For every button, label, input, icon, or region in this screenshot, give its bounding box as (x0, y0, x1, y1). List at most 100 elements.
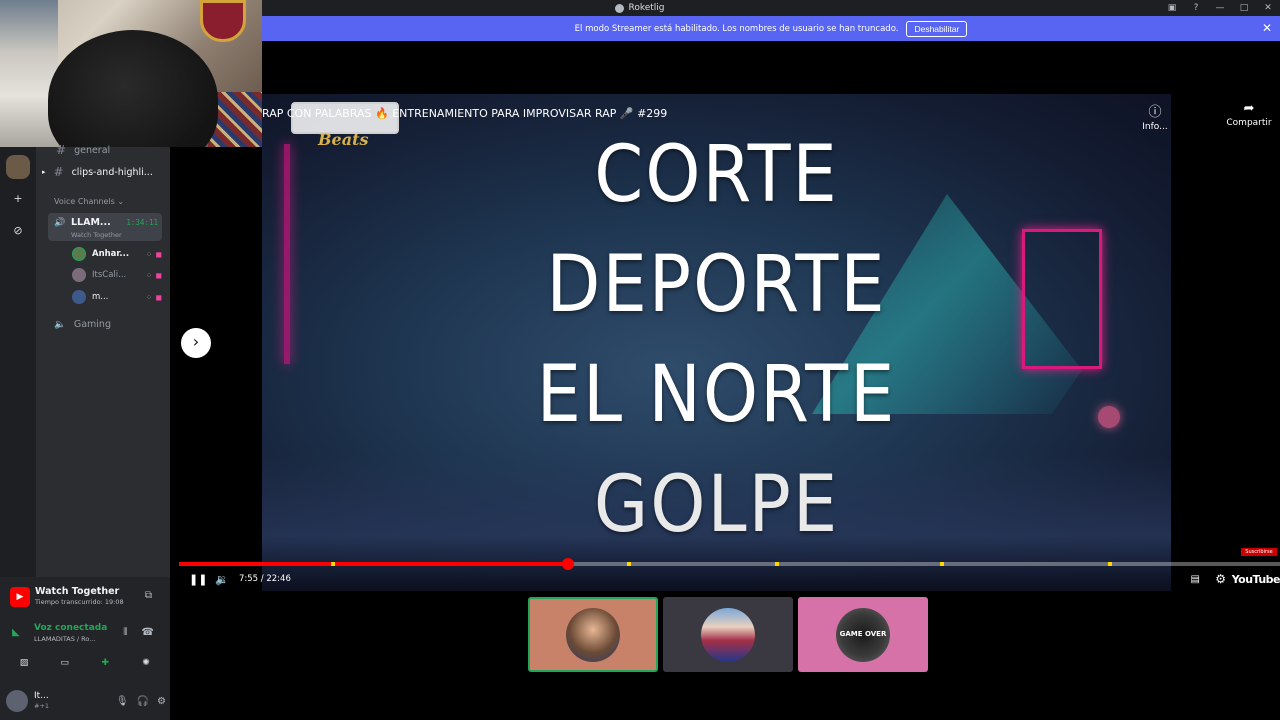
progress-played (179, 562, 568, 566)
settings-icon[interactable]: ⚙ (157, 696, 166, 707)
screen-share-icon[interactable]: ▭ (51, 655, 79, 671)
game-icon: ◼ (155, 270, 162, 280)
signal-icon: ◣ (12, 627, 20, 638)
channel-list: # general ▸ # clips-and-highli... Voice … (36, 143, 170, 577)
maximize-button[interactable]: □ (1232, 3, 1256, 13)
chapter-marker (627, 562, 631, 566)
chapter-marker (1108, 562, 1112, 566)
user-name: It... (34, 691, 49, 702)
camera-off-icon[interactable]: ▨ (10, 655, 38, 671)
gaming-label: Gaming (73, 319, 111, 330)
youtube-logo[interactable]: YouTube (1232, 573, 1280, 586)
participant-badge: GAME OVER (839, 630, 887, 638)
info-label: Info... (1142, 122, 1168, 132)
voice-header-label: Voice Channels (54, 197, 115, 206)
share-icon: ➦ (1243, 101, 1255, 116)
soundboard-icon[interactable]: ✺ (132, 655, 160, 671)
chapter-marker (775, 562, 779, 566)
streamer-mode-banner: El modo Streamer está habilitado. Los no… (262, 16, 1280, 41)
discover-icon[interactable]: ⊘ (10, 223, 26, 239)
video-time: 7:55 / 22:46 (239, 574, 291, 584)
inbox-icon[interactable]: ▣ (1160, 3, 1184, 13)
disconnect-icon[interactable]: ☎ (142, 627, 154, 638)
server-icon[interactable] (6, 155, 30, 179)
window-title: Roketlig (615, 3, 665, 13)
banner-close-icon[interactable]: ✕ (1262, 21, 1272, 35)
user-panel: ▶ Watch Together Tiempo transcurrido: 19… (0, 577, 170, 720)
voice-channels-header[interactable]: Voice Channels ⌄ (54, 197, 124, 206)
voice-member[interactable]: ItsCali... ⁘ ◼ (72, 266, 162, 284)
minimize-button[interactable]: — (1208, 3, 1232, 13)
speaker-icon: 🔈 (54, 319, 66, 330)
close-button[interactable]: ✕ (1256, 3, 1280, 13)
video-player[interactable]: Beats RAP CON PALABRAS 🔥 ENTRENAMIENTO P… (262, 94, 1171, 591)
voice-channel-activity: Watch Together (71, 231, 122, 239)
rap-word: DEPORTE (546, 240, 887, 330)
microphone-icon[interactable]: 🎙 (116, 696, 129, 707)
activity-icon: ⁘ (145, 270, 153, 280)
activity-icon: ⁘ (145, 249, 153, 259)
avatar (72, 290, 86, 304)
help-icon[interactable]: ? (1184, 3, 1208, 13)
disable-streamer-button[interactable]: Deshabilitar (906, 20, 968, 37)
video-progress-bar[interactable] (179, 558, 1280, 570)
rap-word: GOLPE (593, 460, 840, 550)
next-arrow-button[interactable]: › (181, 328, 211, 358)
webcam-overlay (0, 0, 262, 147)
game-icon: ◼ (155, 249, 162, 259)
pause-icon[interactable]: ❚❚ (189, 573, 207, 586)
voice-controls: ⦀ ☎ (123, 627, 154, 638)
voice-member[interactable]: Anhar... ⁘ ◼ (72, 245, 162, 263)
subscribe-badge[interactable]: Suscribirse (1241, 548, 1277, 556)
avatar (72, 247, 86, 261)
info-icon: ⓘ (1148, 105, 1162, 120)
participant-tile[interactable] (528, 597, 658, 672)
video-title[interactable]: RAP CON PALABRAS 🔥 ENTRENAMIENTO PARA IM… (262, 107, 667, 120)
voice-action-buttons: ▨ ▭ ✚ ✺ (10, 655, 160, 671)
member-name: Anhar... (92, 249, 130, 259)
user-bar: It... #+1 🎙 🎧 ⚙ (6, 687, 166, 715)
server-rail: + ⊘ (0, 147, 36, 587)
member-activity-icons: ⁘ ◼ (146, 271, 162, 280)
participant-tile[interactable] (663, 597, 793, 672)
participant-tile[interactable]: GAME OVER (798, 597, 928, 672)
voice-channel-gaming[interactable]: 🔈 Gaming (54, 319, 111, 330)
game-icon: ◼ (155, 292, 162, 302)
share-button[interactable]: ➦ Compartir (1218, 101, 1280, 128)
webcam-crest (200, 0, 246, 42)
window-title-text: Roketlig (628, 3, 665, 13)
voice-member[interactable]: m... ⁘ ◼ (72, 288, 162, 306)
add-server-icon[interactable]: + (10, 191, 26, 207)
hash-icon: # (53, 165, 64, 179)
video-controls: ❚❚ 🔉 7:55 / 22:46 ▤ ⚙ YouTube (179, 568, 1280, 590)
user-status: #+1 (34, 701, 50, 710)
avatar[interactable] (6, 690, 28, 712)
voice-channel-timer: 1:34:11 (126, 218, 158, 227)
activities-icon[interactable]: ✚ (91, 655, 119, 671)
share-label: Compartir (1226, 118, 1272, 128)
volume-icon[interactable]: 🔉 (215, 573, 229, 586)
activity-icon: ⁘ (145, 292, 153, 302)
chapter-marker (331, 562, 335, 566)
rap-word: CORTE (594, 130, 839, 220)
noise-suppression-icon[interactable]: ⦀ (123, 627, 127, 638)
participant-avatar (566, 607, 620, 662)
voice-connected-status[interactable]: Voz conectada (34, 623, 107, 633)
voice-channel-active[interactable]: 🔊 LLAM... 1:34:11 Watch Together (48, 213, 162, 241)
channel-clips[interactable]: ▸ # clips-and-highli... (42, 165, 153, 179)
voice-channel-name: LLAM... (71, 217, 111, 228)
activity-title[interactable]: Watch Together (35, 586, 119, 597)
chapter-marker (940, 562, 944, 566)
participant-avatar (701, 607, 755, 662)
settings-gear-icon[interactable]: ⚙ (1215, 572, 1226, 586)
headphones-icon[interactable]: 🎧 (137, 696, 149, 707)
subtitles-icon[interactable]: ▤ (1191, 574, 1200, 585)
popout-icon[interactable]: ⧉ (145, 590, 152, 601)
activity-elapsed: Tiempo transcurrido: 19:08 (35, 598, 124, 606)
window-controls: ▣ ? — □ ✕ (1160, 0, 1280, 16)
member-name: m... (92, 292, 109, 302)
voice-connected-channel[interactable]: LLAMADITAS / Ro... (34, 635, 95, 643)
app-logo-icon (615, 3, 625, 13)
video-info-button[interactable]: ⓘ Info... (1140, 101, 1170, 132)
channel-general[interactable]: # general (56, 143, 110, 157)
